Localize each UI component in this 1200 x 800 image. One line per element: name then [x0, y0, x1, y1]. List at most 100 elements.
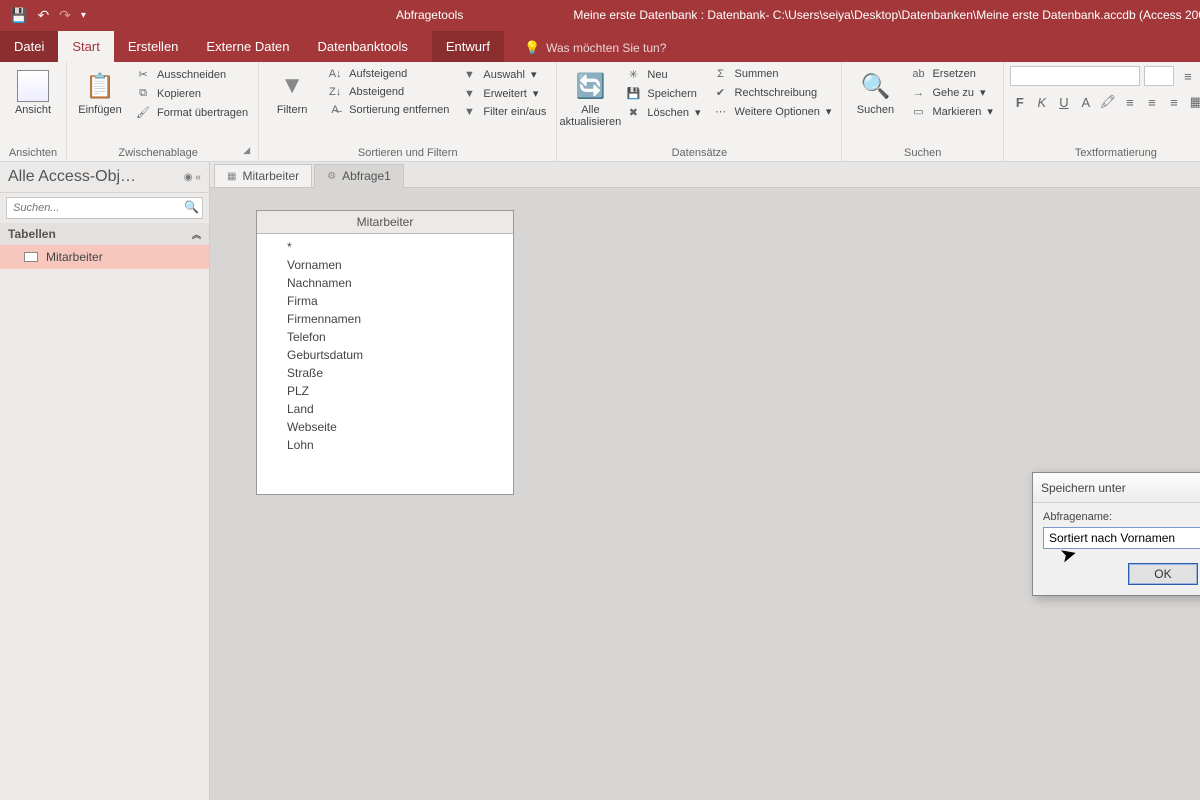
bullets-icon[interactable]: ≡	[1178, 66, 1198, 86]
field-row[interactable]: Straße	[257, 364, 513, 382]
nav-section-tabellen[interactable]: Tabellen ︽	[0, 223, 209, 245]
group-ansichten: Ansicht Ansichten	[0, 62, 67, 161]
tab-start[interactable]: Start	[58, 31, 113, 62]
clipboard-icon: 📋	[84, 70, 116, 102]
align-left-icon[interactable]: ≡	[1120, 92, 1140, 112]
title-bar: 💾 ↶ ↷ ▾ Abfragetools Meine erste Datenba…	[0, 0, 1200, 30]
field-row[interactable]: Webseite	[257, 418, 513, 436]
field-row[interactable]: PLZ	[257, 382, 513, 400]
nav-search-input[interactable]	[6, 197, 203, 219]
loeschen-button[interactable]: ✖Löschen ▾	[621, 104, 704, 121]
speichern-button[interactable]: 💾Speichern	[621, 85, 704, 102]
field-row[interactable]: Geburtsdatum	[257, 346, 513, 364]
replace-icon: ab	[910, 68, 926, 80]
italic-button[interactable]: K	[1032, 92, 1052, 112]
gehe-zu-button[interactable]: →Gehe zu ▾	[906, 84, 996, 101]
field-row[interactable]: Land	[257, 400, 513, 418]
tell-me-search[interactable]: 💡 Was möchten Sie tun?	[524, 40, 666, 62]
object-tab-mitarbeiter[interactable]: ▦ Mitarbeiter	[214, 164, 312, 187]
table-box-title: Mitarbeiter	[257, 211, 513, 234]
group-label-zwischenablage: Zwischenablage	[73, 145, 243, 159]
sortierung-entfernen-button[interactable]: A̶Sortierung entfernen	[323, 102, 453, 118]
work-area: ▦ Mitarbeiter ⚙ Abfrage1 Mitarbeiter *Vo…	[210, 162, 1200, 800]
group-label-datensaetze: Datensätze	[563, 145, 835, 159]
align-right-icon[interactable]: ≡	[1164, 92, 1184, 112]
object-tab-abfrage1[interactable]: ⚙ Abfrage1	[314, 164, 404, 188]
fill-color-icon[interactable]: ▦	[1186, 92, 1200, 112]
search-icon[interactable]: 🔍	[184, 200, 199, 214]
nav-item-mitarbeiter[interactable]: Mitarbeiter	[0, 245, 209, 269]
field-row[interactable]: Firmennamen	[257, 310, 513, 328]
nav-header[interactable]: Alle Access-Obj… ◉ «	[0, 162, 209, 193]
filter-einaus-button[interactable]: ▼Filter ein/aus	[457, 104, 550, 120]
tab-erstellen[interactable]: Erstellen	[114, 31, 193, 62]
highlight-icon[interactable]: 🖍	[1098, 92, 1118, 112]
field-row[interactable]: Nachnamen	[257, 274, 513, 292]
redo-icon[interactable]: ↷	[59, 7, 71, 24]
rechtschreibung-button[interactable]: ✔Rechtschreibung	[709, 84, 836, 101]
suchen-button[interactable]: 🔍 Suchen	[848, 66, 902, 116]
group-suchen: 🔍 Suchen abErsetzen →Gehe zu ▾ ▭Markiere…	[842, 62, 1003, 161]
field-row[interactable]: Firma	[257, 292, 513, 310]
query-name-input[interactable]	[1043, 527, 1200, 549]
ersetzen-button[interactable]: abErsetzen	[906, 66, 996, 82]
filtern-button[interactable]: ▼ Filtern	[265, 66, 319, 116]
ok-button[interactable]: OK	[1128, 563, 1198, 585]
nav-dropdown-icon[interactable]: ◉ «	[184, 172, 201, 183]
field-row[interactable]: *	[257, 238, 513, 256]
save-icon[interactable]: 💾	[10, 7, 27, 24]
ansicht-button[interactable]: Ansicht	[6, 66, 60, 116]
customize-qa-icon[interactable]: ▾	[81, 10, 86, 21]
kopieren-button[interactable]: ⧉Kopieren	[131, 85, 252, 102]
alle-aktualisieren-button[interactable]: 🔄 Alle aktualisieren	[563, 66, 617, 128]
group-label-textformat: Textformatierung	[1010, 145, 1200, 159]
absteigend-button[interactable]: Z↓Absteigend	[323, 84, 453, 100]
dialog-titlebar[interactable]: Speichern unter ? ✕	[1033, 473, 1200, 503]
markieren-button[interactable]: ▭Markieren ▾	[906, 103, 996, 120]
group-sortieren-filtern: ▼ Filtern A↓Aufsteigend Z↓Absteigend A̶S…	[259, 62, 557, 161]
undo-icon[interactable]: ↶	[37, 7, 49, 24]
underline-button[interactable]: U	[1054, 92, 1074, 112]
table-field-list[interactable]: Mitarbeiter *VornamenNachnamenFirmaFirme…	[256, 210, 514, 495]
erweitert-button[interactable]: ▼Erweitert ▾	[457, 85, 550, 102]
align-center-icon[interactable]: ≡	[1142, 92, 1162, 112]
refresh-icon: 🔄	[574, 70, 606, 102]
ausschneiden-button[interactable]: ✂Ausschneiden	[131, 66, 252, 83]
aufsteigend-button[interactable]: A↓Aufsteigend	[323, 66, 453, 82]
font-family-combo[interactable]	[1010, 66, 1140, 86]
clear-sort-icon: A̶	[327, 104, 343, 116]
tab-datei[interactable]: Datei	[0, 31, 58, 62]
auswahl-button[interactable]: ▼Auswahl ▾	[457, 66, 550, 83]
query-icon: ⚙	[327, 171, 336, 182]
brush-icon: 🖌	[135, 106, 151, 119]
zwischenablage-launcher-icon[interactable]: ◢	[243, 145, 252, 159]
chevron-down-icon: ▾	[826, 105, 832, 118]
ribbon-tabs: Datei Start Erstellen Externe Daten Date…	[0, 30, 1200, 62]
delete-icon: ✖	[625, 106, 641, 119]
dialog-title: Speichern unter	[1041, 481, 1126, 495]
summen-button[interactable]: ΣSummen	[709, 66, 836, 82]
format-uebertragen-button[interactable]: 🖌Format übertragen	[131, 104, 252, 121]
font-size-combo[interactable]	[1144, 66, 1174, 86]
tab-externe-daten[interactable]: Externe Daten	[192, 31, 303, 62]
lightbulb-icon: 💡	[524, 40, 540, 56]
font-color-icon[interactable]: A	[1076, 92, 1096, 112]
einfuegen-button[interactable]: 📋 Einfügen	[73, 66, 127, 116]
field-row[interactable]: Lohn	[257, 436, 513, 454]
group-zwischenablage: 📋 Einfügen ✂Ausschneiden ⧉Kopieren 🖌Form…	[67, 62, 259, 161]
weitere-optionen-button[interactable]: ⋯Weitere Optionen ▾	[709, 103, 836, 120]
field-row[interactable]: Telefon	[257, 328, 513, 346]
neu-button[interactable]: ✳Neu	[621, 66, 704, 83]
grid-icon	[17, 70, 49, 102]
collapse-icon: ︽	[192, 228, 201, 241]
tab-datenbanktools[interactable]: Datenbanktools	[304, 31, 422, 62]
group-label-sortieren-filtern: Sortieren und Filtern	[265, 145, 550, 159]
save-as-dialog: Speichern unter ? ✕ Abfragename: OK Abbr…	[1032, 472, 1200, 596]
field-row[interactable]: Vornamen	[257, 256, 513, 274]
table-field-body: *VornamenNachnamenFirmaFirmennamenTelefo…	[257, 234, 513, 494]
table-icon: ▦	[227, 171, 236, 182]
tab-entwurf[interactable]: Entwurf	[432, 31, 504, 62]
chevron-down-icon: ▾	[531, 68, 537, 81]
filter-adv-icon: ▼	[461, 88, 477, 100]
bold-button[interactable]: F	[1010, 92, 1030, 112]
